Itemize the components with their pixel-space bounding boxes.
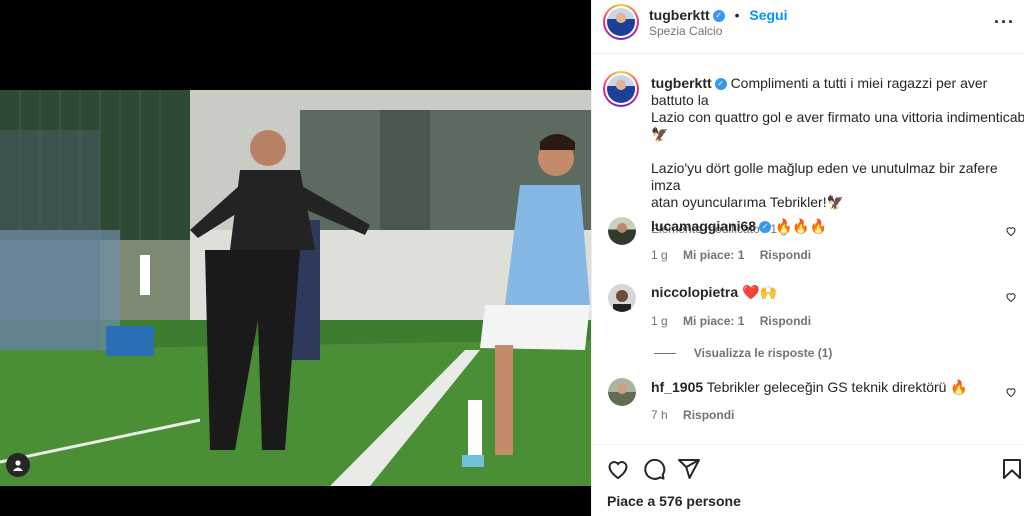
comment-text: ❤️🙌 bbox=[742, 284, 777, 300]
caption-text-2: Lazio con quattro gol e aver firmato una… bbox=[651, 109, 1024, 125]
verified-icon: ✓ bbox=[712, 10, 725, 23]
post-actions: Piace a 576 persone bbox=[592, 444, 1024, 516]
comment-text: Tebrikler geleceğin GS teknik direktörü … bbox=[706, 379, 968, 395]
comment-heart-icon[interactable] bbox=[1005, 225, 1017, 237]
verified-icon: ✓ bbox=[714, 78, 727, 91]
comment-heart-icon[interactable] bbox=[1005, 291, 1017, 303]
instagram-post-modal: tugberktt ✓ • Segui Spezia Calcio ··· tug… bbox=[0, 0, 1024, 516]
caption-username[interactable]: tugberktt bbox=[651, 75, 712, 91]
reply-button[interactable]: Rispondi bbox=[683, 408, 734, 422]
comment-time[interactable]: 1 g bbox=[651, 248, 668, 262]
caption: tugberktt ✓ Complimenti a tutti i miei ra… bbox=[651, 75, 1024, 236]
share-icon[interactable] bbox=[677, 457, 701, 481]
comment-meta: 1 g Mi piace: 1 Rispondi bbox=[651, 248, 811, 262]
comment-text: 🔥🔥🔥 bbox=[774, 218, 828, 234]
comment-meta: 7 h Rispondi bbox=[651, 408, 734, 422]
like-count[interactable]: Piace a 576 persone bbox=[607, 493, 741, 509]
comment-time[interactable]: 7 h bbox=[651, 408, 668, 422]
user-tag-icon bbox=[13, 460, 23, 471]
user-tag-button[interactable] bbox=[6, 453, 30, 477]
post-header: tugberktt ✓ • Segui Spezia Calcio ··· bbox=[592, 0, 1024, 54]
comment-avatar[interactable] bbox=[608, 217, 636, 245]
reply-button[interactable]: Rispondi bbox=[760, 248, 811, 262]
comment-username[interactable]: niccolopietra bbox=[651, 284, 738, 300]
comment-time[interactable]: 1 g bbox=[651, 314, 668, 328]
view-replies-button[interactable]: Visualizza le risposte (1) bbox=[654, 344, 832, 360]
comment-row: niccolopietra ❤️🙌 bbox=[651, 284, 777, 301]
post-location[interactable]: Spezia Calcio bbox=[649, 24, 722, 38]
author-username[interactable]: tugberktt bbox=[649, 7, 710, 23]
heart-icon[interactable] bbox=[606, 457, 630, 481]
comment-username[interactable]: hf_1905 bbox=[651, 379, 703, 395]
comment-likes[interactable]: Mi piace: 1 bbox=[683, 248, 744, 262]
more-icon[interactable]: ··· bbox=[994, 12, 1015, 33]
post-photo[interactable] bbox=[0, 90, 591, 486]
comment-likes[interactable]: Mi piace: 1 bbox=[683, 314, 744, 328]
comment-icon[interactable] bbox=[642, 457, 666, 481]
comment-meta: 1 g Mi piace: 1 Rispondi bbox=[651, 314, 811, 328]
caption-text-3: 🦅 bbox=[651, 126, 669, 142]
post-sidebar: tugberktt ✓ • Segui Spezia Calcio ··· tug… bbox=[591, 0, 1024, 516]
reply-button[interactable]: Rispondi bbox=[760, 314, 811, 328]
photo-panel bbox=[0, 0, 591, 516]
comment-username[interactable]: lucamaggiani68 bbox=[651, 218, 756, 234]
view-replies-label: Visualizza le risposte (1) bbox=[693, 346, 833, 360]
comment-heart-icon[interactable] bbox=[1005, 386, 1017, 398]
follow-button[interactable]: Segui bbox=[749, 7, 787, 23]
comment-row: lucamaggiani68 ✓ 🔥🔥🔥 bbox=[651, 218, 827, 235]
verified-icon: ✓ bbox=[759, 221, 772, 234]
caption-text-5: atan oyuncularıma Tebrikler!🦅 bbox=[651, 194, 845, 210]
comment-avatar[interactable] bbox=[608, 284, 636, 312]
comment-row: hf_1905 Tebrikler geleceğin GS teknik di… bbox=[651, 379, 968, 396]
caption-text-4: Lazio'yu dört golle mağlup eden ve unutu… bbox=[651, 160, 998, 193]
bookmark-icon[interactable] bbox=[1000, 457, 1024, 481]
author-avatar[interactable] bbox=[603, 4, 639, 40]
caption-author-avatar[interactable] bbox=[603, 71, 639, 107]
comment-avatar[interactable] bbox=[608, 378, 636, 406]
